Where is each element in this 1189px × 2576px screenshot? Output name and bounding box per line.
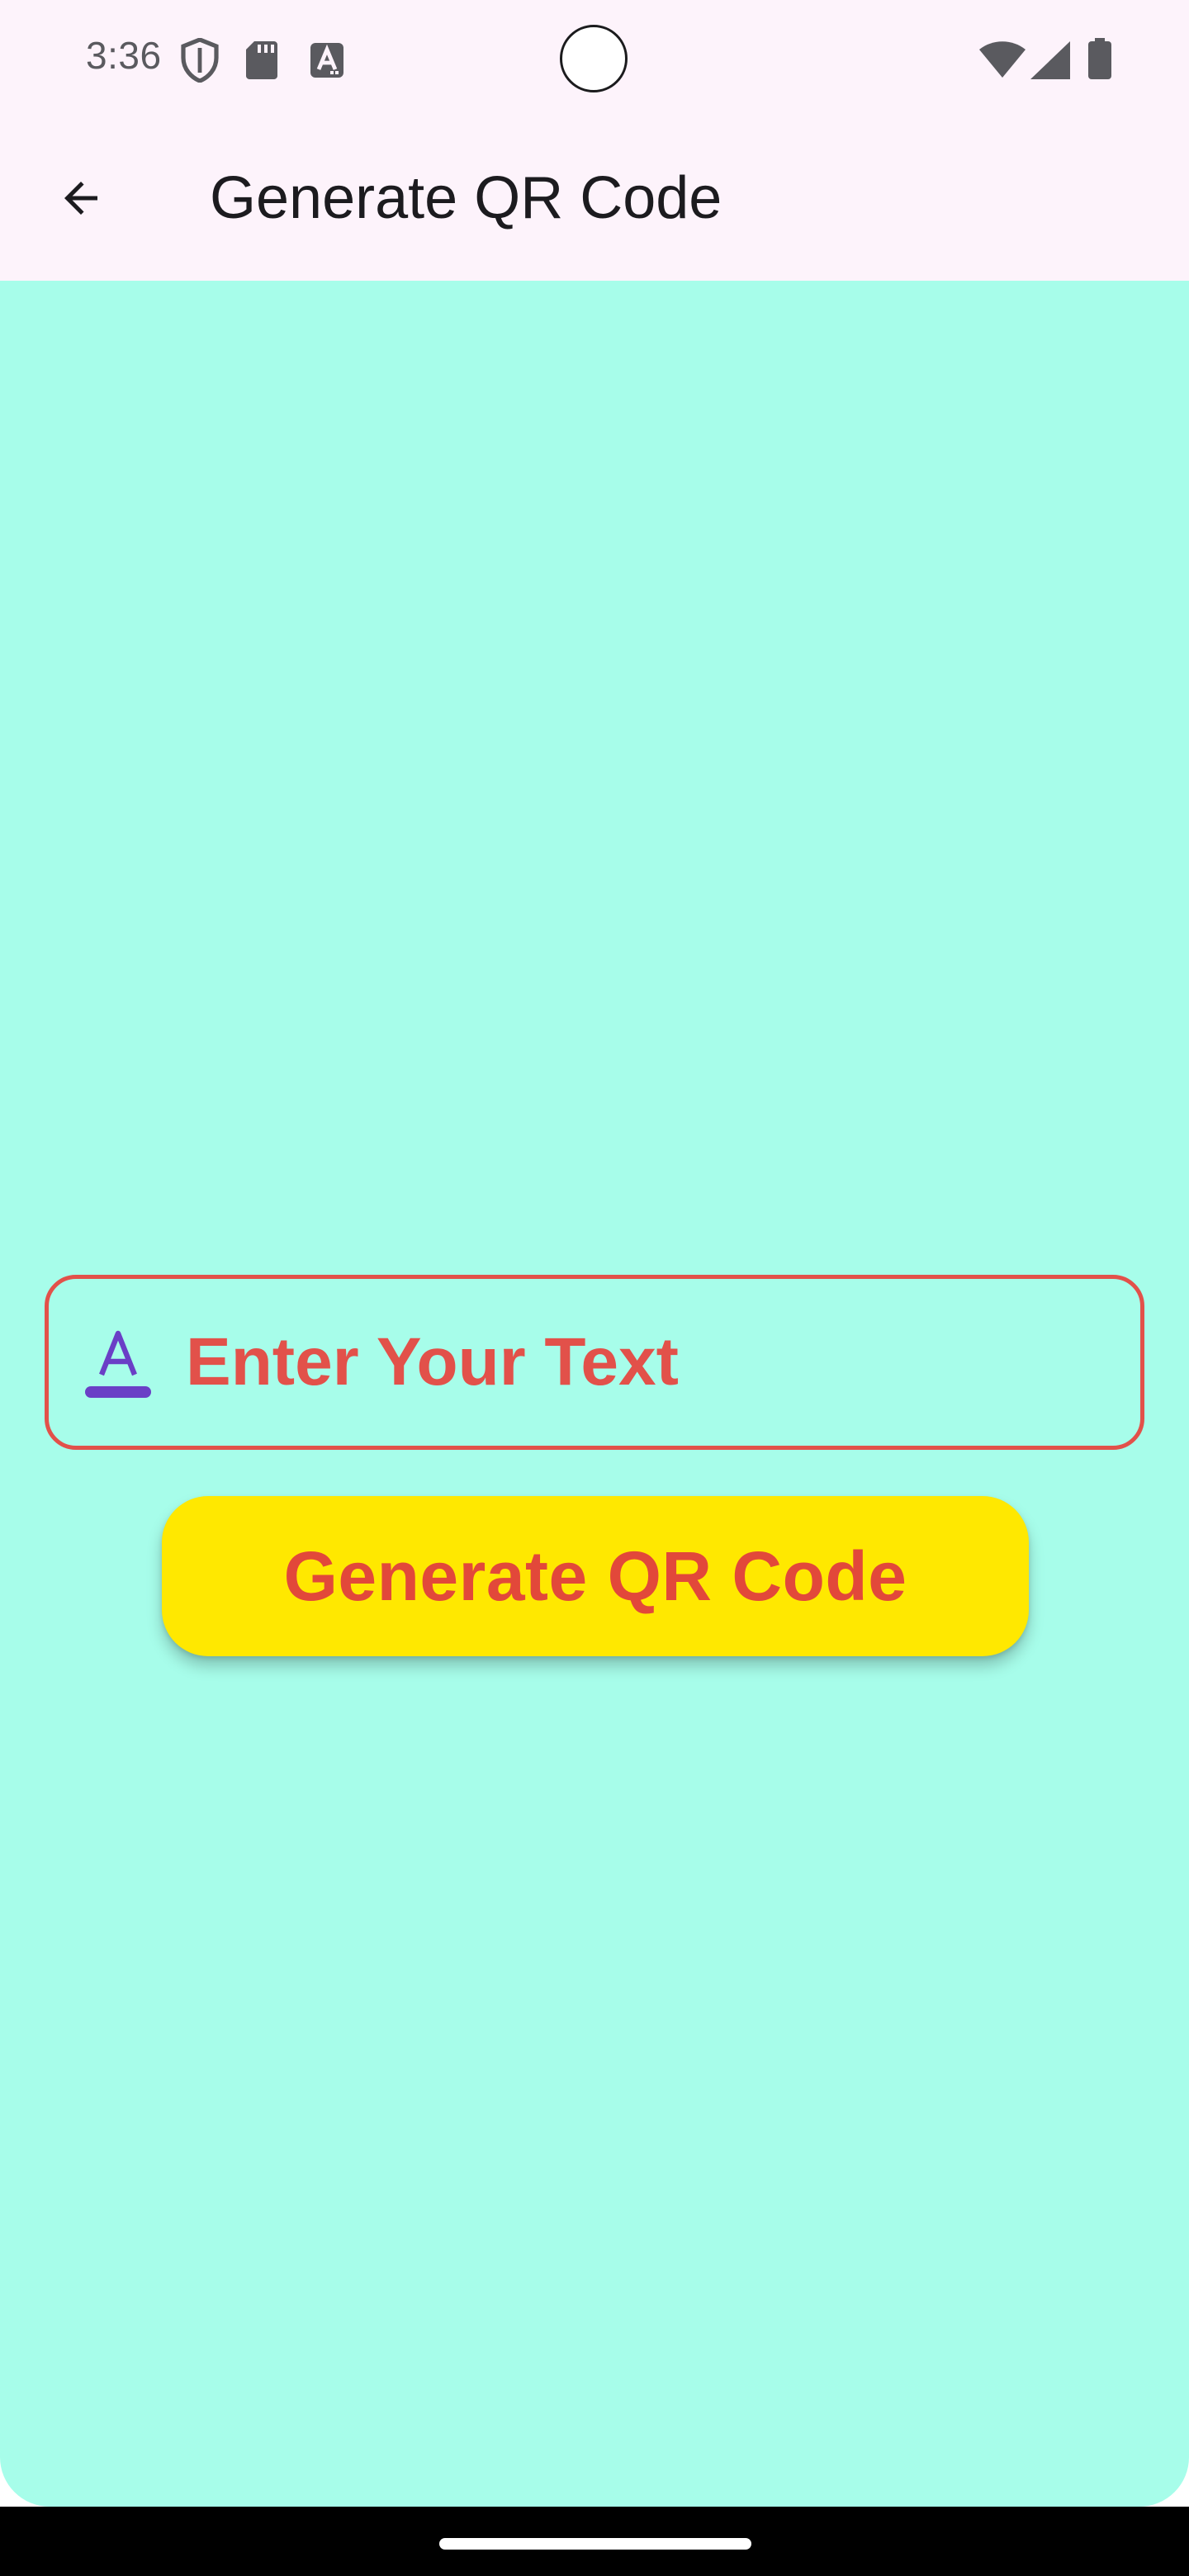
navigation-bar: [0, 2507, 1189, 2576]
text-format-icon: [83, 1325, 153, 1399]
text-input[interactable]: [186, 1309, 1111, 1416]
text-input-field[interactable]: [45, 1275, 1144, 1450]
status-bar: 3:36: [0, 0, 1189, 116]
arrow-back-icon: [56, 173, 106, 223]
battery-icon: [1088, 38, 1111, 83]
camera-cutout: [560, 25, 628, 92]
app-screen: 3:36 Generate QR Code Enter Your Text Ge…: [0, 0, 1189, 2576]
wifi-icon: [979, 41, 1026, 82]
shield-icon: [180, 37, 220, 87]
app-bar: Generate QR Code: [0, 140, 1189, 256]
cell-signal-icon: [1030, 41, 1070, 83]
page-title: Generate QR Code: [210, 165, 722, 231]
status-time: 3:36: [86, 34, 162, 77]
back-button[interactable]: [43, 160, 119, 236]
generate-qr-code-label: Generate QR Code: [283, 1537, 907, 1615]
sd-card-icon: [246, 41, 277, 83]
generate-qr-code-button[interactable]: Generate QR Code: [162, 1496, 1029, 1656]
home-gesture-handle[interactable]: [439, 2538, 751, 2550]
screen-corner-left: [0, 2457, 50, 2507]
top-area: 3:36 Generate QR Code: [0, 0, 1189, 281]
screen-corner-right: [1139, 2457, 1189, 2507]
font-a-icon: [310, 43, 343, 82]
